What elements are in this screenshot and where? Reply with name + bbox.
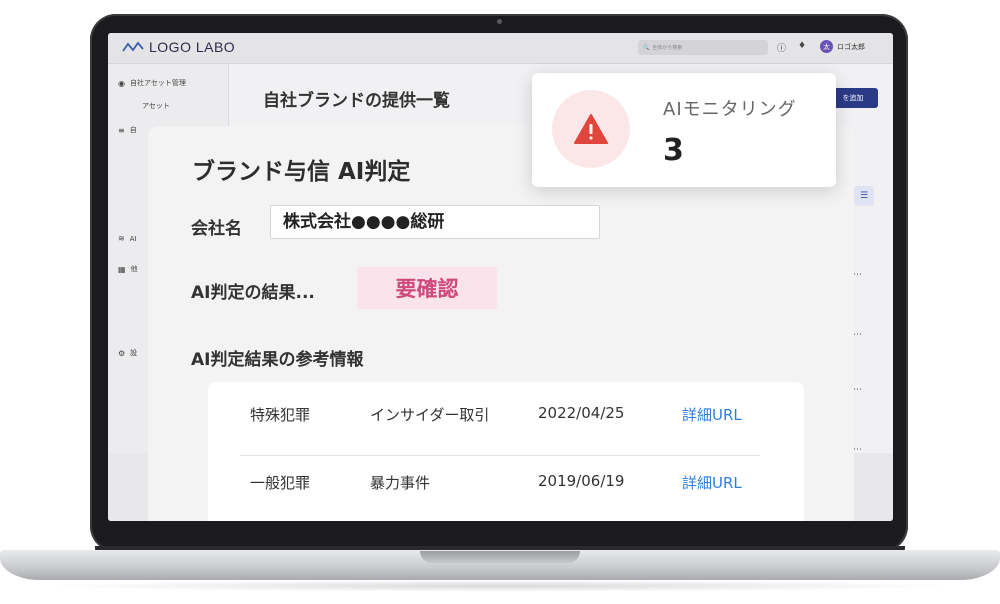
search-input[interactable]: 🔍 全体から検索 (638, 40, 768, 55)
company-name-field[interactable]: 株式会社●●●●総研 (270, 205, 600, 239)
ref-date: 2019/06/19 (538, 472, 625, 490)
checklist-icon: ≡ (118, 125, 125, 135)
detail-url-link[interactable]: 詳細URL (682, 472, 742, 493)
top-bar: LOGO LABO 🔍 全体から検索 ⓘ ♦ 太 ロゴ太郎 (108, 33, 893, 64)
ai-result-badge: 要確認 (357, 267, 497, 309)
sidebar-item-label: 自社アセット管理 (129, 79, 186, 87)
ai-monitoring-card[interactable]: AIモニタリング 3 (532, 73, 836, 187)
user-name[interactable]: ロゴ太郎 (837, 42, 865, 52)
sidebar-item-other[interactable]: ▦ 他 (118, 264, 138, 274)
avatar[interactable]: 太 (820, 40, 833, 53)
page-title: 自社ブランドの提供一覧 (263, 91, 450, 111)
sidebar-item-label: 自 (129, 126, 137, 134)
logo-wave-icon (122, 41, 144, 52)
camera (497, 19, 502, 24)
search-placeholder: 全体から検索 (652, 45, 683, 51)
monitoring-count: 3 (663, 133, 684, 168)
help-icon[interactable]: ⓘ (777, 41, 786, 54)
logo[interactable]: LOGO LABO (122, 39, 235, 55)
row-menu-icon[interactable]: ⋯ (853, 385, 862, 395)
detail-url-link[interactable]: 詳細URL (682, 404, 742, 425)
monitoring-label: AIモニタリング (663, 99, 797, 120)
warning-icon (574, 114, 608, 144)
sidebar-item-label: AI (129, 234, 137, 243)
settings-icon: ⚙ (118, 348, 126, 358)
modal-title: ブランド与信 AI判定 (192, 159, 411, 185)
warning-badge (552, 90, 630, 168)
reference-heading: AI判定結果の参考情報 (191, 350, 364, 370)
row-menu-icon[interactable]: ⋯ (853, 270, 862, 280)
reference-table: 特殊犯罪 インサイダー取引 2022/04/25 詳細URL 一般犯罪 暴力事件… (208, 382, 804, 521)
ref-category: 一般犯罪 (250, 474, 311, 492)
company-label: 会社名 (191, 219, 242, 239)
table-row: 一般犯罪 暴力事件 2019/06/19 詳細URL (208, 450, 804, 510)
ai-result-label: AI判定の結果... (191, 283, 315, 303)
building-icon: ▦ (118, 264, 126, 274)
laptop-notch (420, 551, 580, 563)
gear-circle-icon: ◉ (118, 78, 125, 88)
search-icon: 🔍 (643, 44, 650, 51)
ref-date: 2022/04/25 (538, 404, 625, 422)
table-row: 特殊犯罪 インサイダー取引 2022/04/25 詳細URL (208, 382, 804, 442)
sidebar-item-settings[interactable]: ⚙ 設 (118, 348, 137, 358)
sidebar-item-label: 設 (130, 349, 138, 357)
sidebar-item-asset-management[interactable]: ◉ 自社アセット管理 (118, 78, 186, 88)
sidebar-item-ai[interactable]: ≋ AI (118, 234, 137, 243)
ref-category: 特殊犯罪 (250, 406, 311, 424)
sidebar-item-label: 他 (130, 265, 138, 273)
sidebar-item-asset[interactable]: アセット (142, 101, 170, 111)
logo-text: LOGO LABO (149, 39, 236, 55)
row-menu-icon[interactable]: ⋯ (853, 330, 862, 340)
ai-chart-icon: ≋ (118, 234, 125, 243)
laptop-shadow (40, 580, 960, 592)
list-view-icon[interactable]: ☰ (854, 186, 874, 206)
ref-type: インサイダー取引 (370, 406, 490, 424)
bell-icon[interactable]: ♦ (798, 41, 806, 51)
sidebar-item-own[interactable]: ≡ 自 (118, 125, 137, 135)
ref-type: 暴力事件 (370, 474, 431, 492)
sidebar-item-label: アセット (142, 102, 170, 110)
